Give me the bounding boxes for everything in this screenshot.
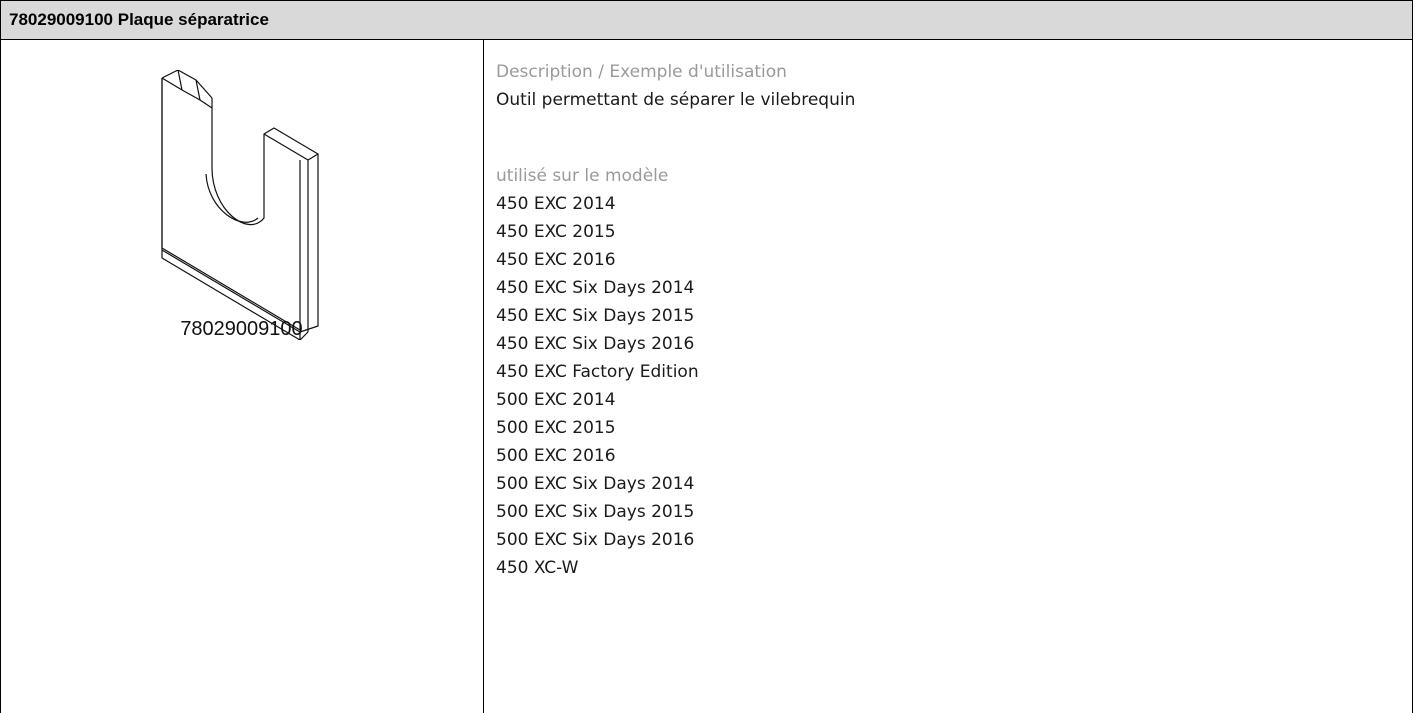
models-label: utilisé sur le modèle <box>496 166 669 186</box>
model-item: 500 EXC Six Days 2016 <box>496 530 695 550</box>
description-label: Description / Exemple d'utilisation <box>496 62 787 82</box>
model-item: 450 EXC 2014 <box>496 194 616 214</box>
model-item: 450 EXC Factory Edition <box>496 362 699 382</box>
model-item: 450 EXC Six Days 2015 <box>496 306 695 326</box>
model-item: 450 XC-W <box>496 558 579 578</box>
separator-plate-drawing-icon <box>161 70 319 340</box>
column-divider <box>483 40 484 713</box>
image-cell: 78029009100 <box>0 40 483 713</box>
page-title: 78029009100 Plaque séparatrice <box>9 10 269 29</box>
part-number-caption: 78029009100 <box>180 318 303 340</box>
model-item: 450 EXC Six Days 2014 <box>496 278 695 298</box>
model-item: 500 EXC Six Days 2015 <box>496 502 695 522</box>
model-item: 450 EXC 2015 <box>496 222 616 242</box>
model-item: 500 EXC Six Days 2014 <box>496 474 695 494</box>
model-item: 450 EXC 2016 <box>496 250 616 270</box>
model-item: 500 EXC 2014 <box>496 390 616 410</box>
model-item: 500 EXC 2015 <box>496 418 616 438</box>
details-cell: Description / Exemple d'utilisation Outi… <box>496 58 1396 582</box>
description-text: Outil permettant de séparer le vilebrequ… <box>496 90 856 110</box>
model-list: 450 EXC 2014 450 EXC 2015 450 EXC 2016 4… <box>496 190 1396 582</box>
title-bar: 78029009100 Plaque séparatrice <box>0 0 1413 40</box>
model-item: 450 EXC Six Days 2016 <box>496 334 695 354</box>
model-item: 500 EXC 2016 <box>496 446 616 466</box>
